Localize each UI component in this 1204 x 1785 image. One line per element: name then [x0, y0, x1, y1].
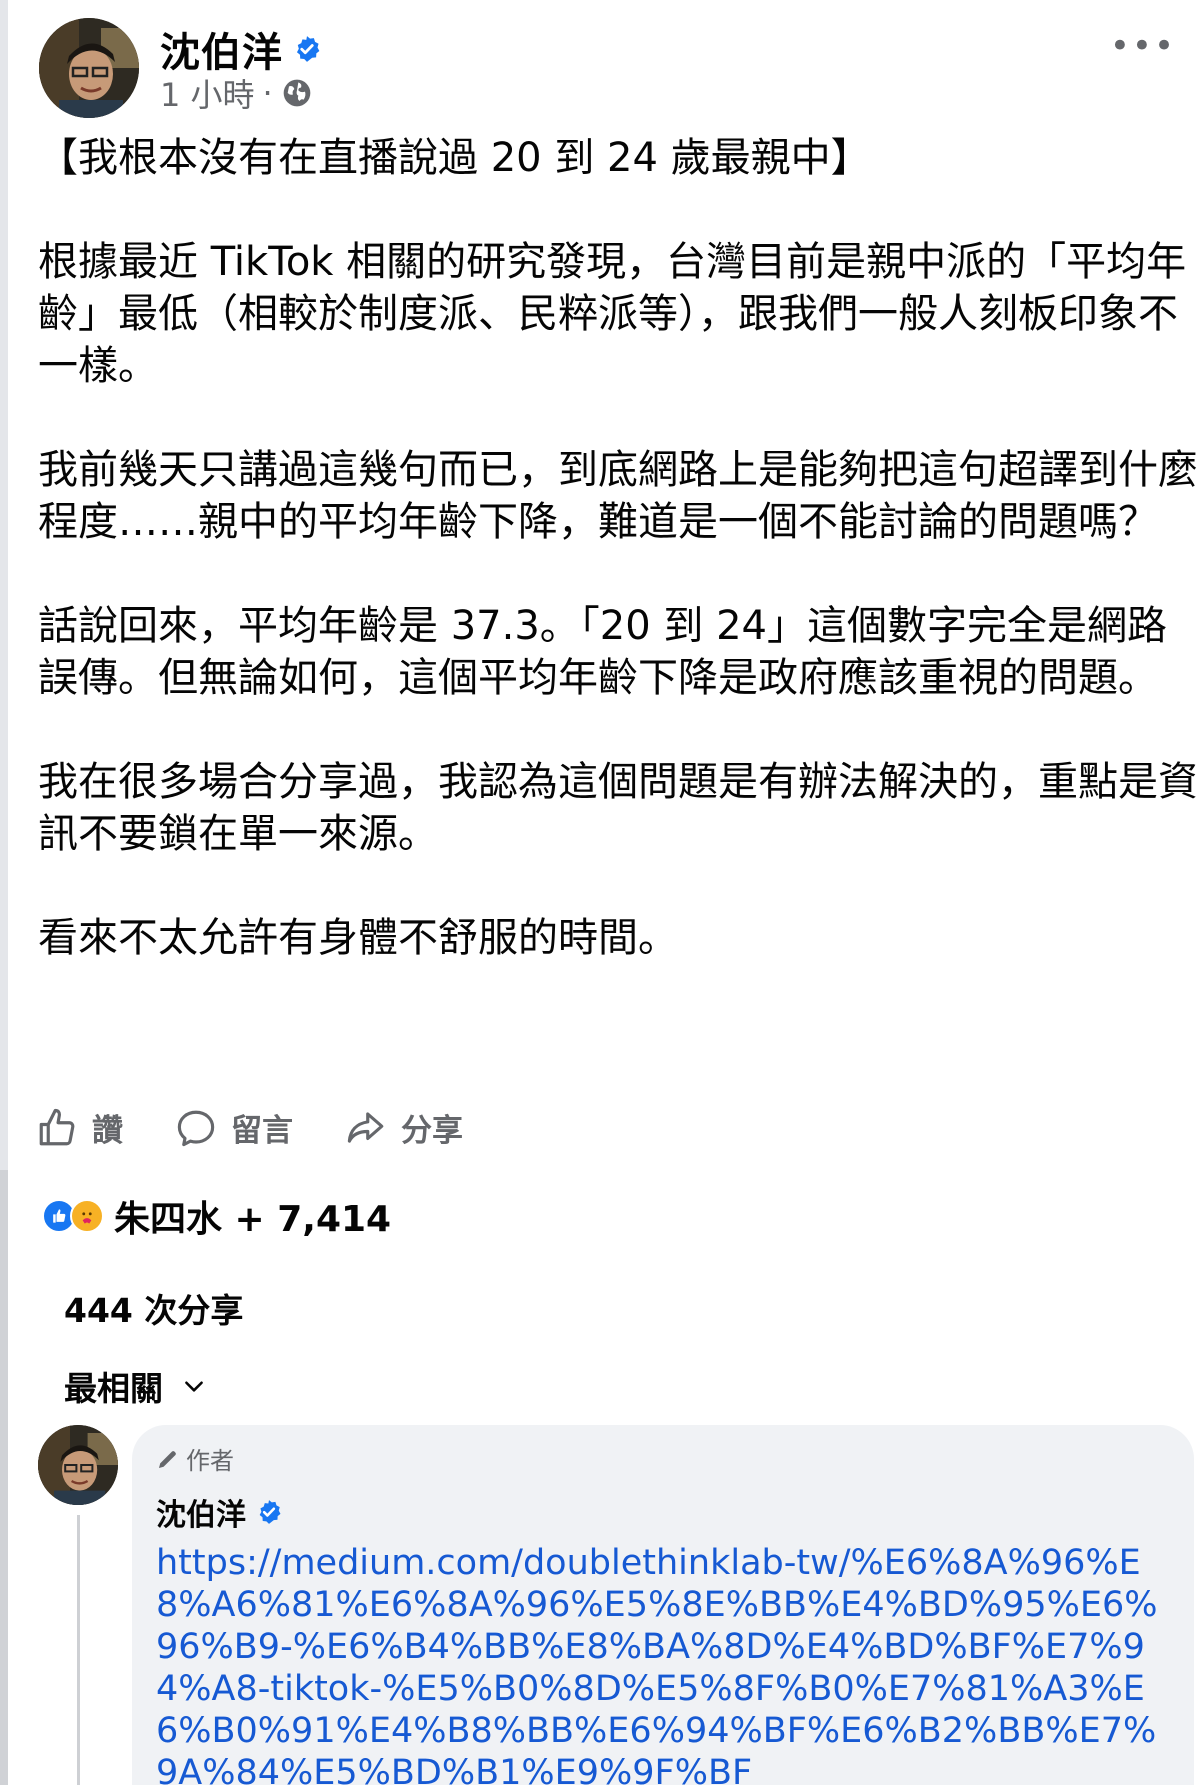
comment-sort-dropdown[interactable]: 最相關 — [64, 1362, 207, 1410]
action-bar: 讚 留言 分享 — [36, 1105, 515, 1150]
comment-button[interactable]: 留言 — [175, 1105, 293, 1150]
thumbs-up-icon — [39, 1108, 75, 1145]
post-meta: 1 小時 · — [160, 70, 313, 116]
post-paragraph: 我在很多場合分享過，我認為這個問題是有辦法解決的，重點是資訊不要鎖在單一來源。 — [38, 759, 1198, 857]
share-icon — [347, 1111, 384, 1143]
globe-icon[interactable] — [281, 77, 313, 109]
author-tag-label: 作者 — [186, 1447, 234, 1475]
reaction-icons — [42, 1199, 104, 1233]
verified-badge-icon — [259, 1500, 281, 1524]
author-avatar[interactable] — [39, 18, 139, 118]
meta-separator: · — [262, 74, 273, 112]
comment-link[interactable]: https://medium.com/doublethinklab-tw/%E6… — [156, 1542, 1170, 1785]
care-reaction-icon — [70, 1199, 104, 1233]
page-background-strip — [0, 1170, 8, 1785]
sort-label: 最相關 — [64, 1369, 163, 1408]
comment-bubble: 作者 沈伯洋 https://medium.com/doublethinklab… — [132, 1425, 1194, 1785]
share-label: 分享 — [401, 1113, 463, 1149]
verified-badge-icon — [296, 36, 320, 62]
post-card: 沈伯洋 1 小時 · ••• 【我根本沒有在直播說過 20 到 24 歲最親中】… — [8, 0, 1204, 1785]
chevron-down-icon — [185, 1381, 203, 1392]
comment-label: 留言 — [231, 1113, 293, 1149]
reaction-count: 朱四水 + 7,414 — [114, 1199, 392, 1240]
post-time[interactable]: 1 小時 — [160, 70, 255, 116]
comment-author-name[interactable]: 沈伯洋 — [156, 1490, 246, 1534]
post-paragraph: 話說回來，平均年齡是 37.3。「20 到 24」這個數字完全是網路誤傳。但無論… — [38, 603, 1168, 701]
like-button[interactable]: 讚 — [36, 1105, 123, 1150]
more-options-icon[interactable]: ••• — [1110, 26, 1176, 66]
post-paragraph: 我前幾天只講過這幾句而已，到底網路上是能夠把這句超譯到什麼程度……親中的平均年齡… — [38, 447, 1198, 545]
comment-author-row: 沈伯洋 — [156, 1490, 1170, 1534]
post-text: 【我根本沒有在直播說過 20 到 24 歲最親中】 根據最近 TikTok 相關… — [38, 132, 1198, 964]
post-paragraph: 看來不太允許有身體不舒服的時間。 — [38, 915, 678, 961]
pencil-icon — [159, 1450, 176, 1468]
share-button[interactable]: 分享 — [345, 1105, 463, 1150]
like-label: 讚 — [92, 1113, 123, 1149]
commenter-avatar[interactable] — [38, 1425, 118, 1505]
share-count[interactable]: 444 次分享 — [64, 1284, 243, 1332]
reaction-summary[interactable]: 朱四水 + 7,414 — [42, 1190, 391, 1242]
post-paragraph: 根據最近 TikTok 相關的研究發現，台灣目前是親中派的「平均年齡」最低（相較… — [38, 239, 1187, 389]
author-tag: 作者 — [156, 1441, 1170, 1476]
comment-icon — [177, 1110, 215, 1146]
comment-thread-line — [77, 1515, 80, 1785]
post-paragraph-headline: 【我根本沒有在直播說過 20 到 24 歲最親中】 — [38, 135, 871, 181]
